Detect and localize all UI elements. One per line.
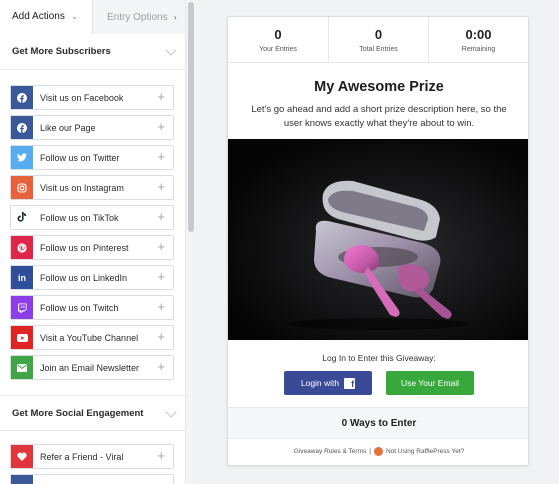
- twitter-icon: [11, 146, 33, 169]
- stat-value: 0:00: [465, 27, 492, 42]
- action-label: Follow us on Twitch: [40, 302, 119, 313]
- plus-icon[interactable]: +: [157, 150, 165, 164]
- prize-description: Let's go ahead and add a short prize des…: [251, 104, 507, 129]
- rafflepress-logo-icon: [373, 447, 383, 456]
- chevron-down-icon: ⌄: [70, 10, 79, 21]
- stat-remaining: 0:00 Remaining: [428, 17, 528, 63]
- stat-total-entries: 0 Total Entries: [328, 17, 428, 63]
- section-title: Get More Subscribers: [12, 46, 111, 57]
- login-button-label: Login with: [300, 378, 340, 388]
- partial-icon: [11, 475, 33, 484]
- stat-your-entries: 0 Your Entries: [228, 17, 328, 63]
- linkedin-icon: in: [11, 266, 33, 289]
- action-label: Join an Email Newsletter: [40, 362, 140, 373]
- action-follow-twitch[interactable]: Follow us on Twitch +: [10, 295, 174, 320]
- action-label: Follow us on LinkedIn: [40, 272, 128, 283]
- preview-area: 0 Your Entries 0 Total Entries 0:00 Rema…: [196, 0, 559, 484]
- chevron-down-icon: [165, 44, 177, 56]
- action-label: Like our Page: [40, 122, 96, 133]
- action-label: Follow us on TikTok: [40, 212, 119, 223]
- facebook-icon: [11, 116, 33, 139]
- action-label: Visit us on Instagram: [40, 182, 124, 193]
- tab-entry-options[interactable]: Entry Options ›: [92, 0, 185, 34]
- stat-value: 0: [374, 27, 383, 42]
- pinterest-icon: [11, 236, 33, 259]
- card-footer: Giveaway Rules & Terms | Not Using Raffl…: [228, 447, 528, 456]
- section-header-social-engagement[interactable]: Get More Social Engagement: [0, 395, 185, 431]
- action-like-page[interactable]: Like our Page +: [10, 115, 174, 140]
- plus-icon[interactable]: +: [157, 270, 165, 284]
- instagram-icon: [11, 176, 33, 199]
- action-label: Follow us on Pinterest: [40, 242, 129, 253]
- twitch-icon: [11, 296, 33, 319]
- prize-title: My Awesome Prize: [314, 79, 444, 95]
- scrollbar-thumb[interactable]: [188, 2, 194, 232]
- action-visit-instagram[interactable]: Visit us on Instagram +: [10, 175, 174, 200]
- action-label: Visit us on Facebook: [40, 92, 124, 103]
- action-partial-next[interactable]: [10, 474, 174, 484]
- footer-separator: |: [369, 448, 371, 455]
- tab-add-actions[interactable]: Add Actions ⌄: [0, 0, 92, 34]
- plus-icon[interactable]: +: [157, 330, 165, 344]
- action-refer-friend[interactable]: Refer a Friend - Viral +: [10, 444, 174, 469]
- stat-value: 0: [274, 27, 282, 42]
- action-label: Refer a Friend - Viral: [40, 451, 124, 462]
- section-title: Get More Social Engagement: [12, 407, 144, 419]
- panel-tabs: Add Actions ⌄ Entry Options ›: [0, 0, 185, 34]
- use-email-button[interactable]: Use Your Email: [386, 371, 474, 395]
- action-label: Visit a YouTube Channel: [40, 332, 139, 343]
- panel-scrollbar[interactable]: [185, 0, 196, 484]
- action-follow-twitter[interactable]: Follow us on Twitter +: [10, 145, 174, 170]
- facebook-icon: f: [344, 377, 356, 389]
- tiktok-icon: [11, 206, 33, 229]
- rafflepress-promo-link[interactable]: Not Using RafflePress Yet?: [386, 448, 464, 455]
- prize-image: [228, 139, 528, 340]
- section-header-subscribers[interactable]: Get More Subscribers: [0, 34, 185, 70]
- plus-icon[interactable]: +: [157, 240, 165, 254]
- login-with-facebook-button[interactable]: Login with f: [284, 371, 372, 395]
- action-email-newsletter[interactable]: Join an Email Newsletter +: [10, 355, 174, 380]
- ways-to-enter: 0 Ways to Enter: [228, 407, 528, 439]
- plus-icon[interactable]: +: [157, 120, 165, 134]
- heart-icon: [11, 445, 33, 468]
- action-label: Follow us on Twitter: [40, 152, 120, 163]
- tab-entry-options-label: Entry Options: [107, 11, 168, 23]
- tab-add-actions-label: Add Actions: [12, 10, 65, 22]
- chevron-right-icon: ›: [173, 12, 177, 22]
- action-follow-tiktok[interactable]: Follow us on TikTok +: [10, 205, 174, 230]
- giveaway-card: 0 Your Entries 0 Total Entries 0:00 Rema…: [227, 16, 529, 466]
- plus-icon[interactable]: +: [157, 180, 165, 194]
- plus-icon[interactable]: +: [157, 300, 165, 314]
- email-button-label: Use Your Email: [400, 378, 460, 388]
- youtube-icon: [11, 326, 33, 349]
- stat-caption: Your Entries: [259, 46, 297, 53]
- email-icon: [11, 356, 33, 379]
- rules-link[interactable]: Giveaway Rules & Terms: [294, 448, 367, 455]
- action-follow-pinterest[interactable]: Follow us on Pinterest +: [10, 235, 174, 260]
- plus-icon[interactable]: +: [157, 360, 165, 374]
- action-follow-linkedin[interactable]: in Follow us on LinkedIn +: [10, 265, 174, 290]
- action-visit-facebook[interactable]: Visit us on Facebook +: [10, 85, 174, 110]
- giveaway-builder: Add Actions ⌄ Entry Options › Get More S…: [0, 0, 559, 484]
- plus-icon[interactable]: +: [157, 90, 165, 104]
- facebook-icon: [11, 86, 33, 109]
- action-visit-youtube[interactable]: Visit a YouTube Channel +: [10, 325, 174, 350]
- login-label: Log In to Enter this Giveaway:: [322, 353, 436, 363]
- stat-caption: Total Entries: [359, 46, 398, 53]
- chevron-down-icon: [165, 406, 177, 418]
- stat-caption: Remaining: [461, 46, 496, 53]
- actions-panel: Add Actions ⌄ Entry Options › Get More S…: [0, 0, 185, 484]
- stats-bar: 0 Your Entries 0 Total Entries 0:00 Rema…: [228, 17, 528, 63]
- plus-icon[interactable]: +: [157, 210, 165, 224]
- plus-icon[interactable]: +: [157, 449, 165, 463]
